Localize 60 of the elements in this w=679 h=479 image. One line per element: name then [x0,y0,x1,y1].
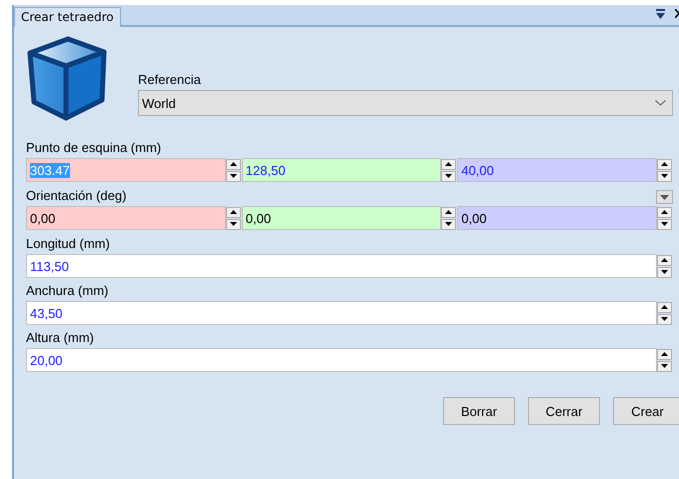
number-field[interactable]: 113,50 [26,254,657,278]
number-field[interactable]: 0,00 [26,206,226,230]
up-arrow-icon [661,210,668,214]
down-arrow-icon [445,222,452,226]
spin-down-button[interactable] [441,170,456,182]
spin-down-button[interactable] [657,266,672,278]
number-field[interactable]: 0,00 [457,206,658,230]
reference-dropdown[interactable]: World [138,90,673,116]
number-field[interactable]: 40,00 [457,158,658,182]
up-arrow-icon [230,162,237,166]
spin-up-button[interactable] [657,254,672,266]
action-button[interactable]: Cerrar [528,397,600,425]
down-arrow-icon [445,174,452,178]
down-arrow-icon [230,174,237,178]
down-arrow-icon [661,317,668,321]
down-arrow-icon [661,174,668,178]
number-field[interactable]: 0,00 [242,206,442,230]
up-arrow-icon [661,352,668,356]
spin-down-button[interactable] [226,218,241,230]
close-icon[interactable] [675,9,679,18]
spin-down-button[interactable] [657,218,672,230]
spin-up-button[interactable] [226,158,241,170]
down-arrow-icon [661,364,668,368]
up-arrow-icon [445,210,452,214]
reference-label: Referencia [138,72,202,88]
spin-up-button[interactable] [441,206,456,218]
dropdown-icon[interactable] [656,9,665,19]
field-label: Orientación (deg) [26,188,126,204]
spin-down-button[interactable] [657,314,672,324]
collapse-button[interactable] [656,190,673,204]
spin-down-button[interactable] [657,360,672,372]
spin-up-button[interactable] [657,302,672,312]
spin-up-button[interactable] [657,206,672,218]
action-button[interactable]: Crear [613,397,679,425]
number-field[interactable]: 43,50 [26,301,657,325]
spin-up-button[interactable] [226,206,241,218]
spin-down-button[interactable] [226,170,241,182]
down-triangle-icon [660,194,669,200]
up-arrow-icon [230,210,237,214]
spin-down-button[interactable] [441,218,456,230]
up-arrow-icon [661,258,668,262]
chevron-down-icon [655,100,666,106]
down-arrow-icon [661,222,668,226]
down-arrow-icon [230,222,237,226]
spin-up-button[interactable] [441,158,456,170]
spin-down-button[interactable] [657,170,672,182]
spin-up-button[interactable] [657,158,672,170]
field-label: Anchura (mm) [26,283,108,299]
number-field[interactable]: 128,50 [242,158,442,182]
number-field[interactable]: 20,00 [26,348,657,372]
up-arrow-icon [661,305,668,309]
up-arrow-icon [661,162,668,166]
field-label: Altura (mm) [26,330,94,346]
field-label: Longitud (mm) [26,236,110,252]
down-arrow-icon [661,270,668,274]
spin-up-button[interactable] [657,348,672,360]
panel-tab[interactable]: Crear tetraedro [14,7,121,27]
field-label: Punto de esquina (mm) [26,140,162,156]
up-arrow-icon [445,162,452,166]
action-button[interactable]: Borrar [443,397,515,425]
